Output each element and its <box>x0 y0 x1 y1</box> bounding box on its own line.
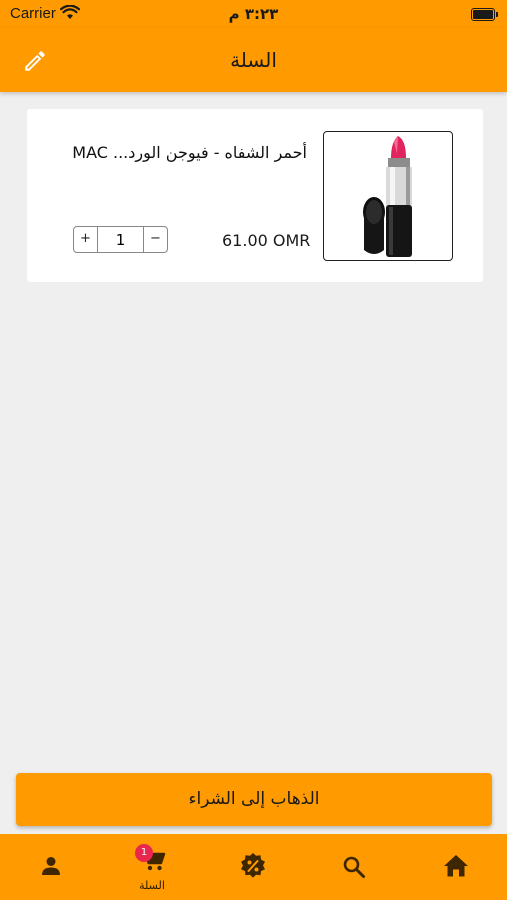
offers-icon <box>241 853 265 878</box>
quantity-input[interactable] <box>98 227 143 252</box>
tab-cart-label: السلة <box>139 879 165 892</box>
tab-profile[interactable] <box>11 834 91 900</box>
tab-offers[interactable] <box>213 834 293 900</box>
quantity-stepper: + − <box>73 226 168 253</box>
search-icon <box>343 856 365 878</box>
battery-icon <box>471 8 498 21</box>
product-price: 61.00 OMR <box>222 231 311 250</box>
page-title: السلة <box>230 48 277 72</box>
increase-quantity-button[interactable]: + <box>74 227 98 252</box>
cart-item-card: أحمر الشفاه - فيوجن الورد... MAC 61.00 O… <box>27 109 483 282</box>
lipstick-image <box>363 136 412 257</box>
cart-badge: 1 <box>135 844 153 862</box>
status-bar: Carrier ٣:٢٣ م <box>0 0 507 28</box>
app-header: السلة <box>0 28 507 92</box>
decrease-quantity-button[interactable]: − <box>143 227 167 252</box>
status-time: ٣:٢٣ م <box>228 5 279 23</box>
tab-search[interactable] <box>314 834 394 900</box>
go-to-checkout-button[interactable]: الذهاب إلى الشراء <box>16 773 492 826</box>
tab-home[interactable] <box>415 834 495 900</box>
tab-cart[interactable]: السلة <box>112 834 192 900</box>
home-icon <box>444 855 468 877</box>
product-image[interactable] <box>323 131 453 261</box>
product-name[interactable]: أحمر الشفاه - فيوجن الورد... MAC <box>67 143 307 162</box>
bottom-tab-bar: السلة 1 <box>0 834 507 900</box>
user-icon <box>42 857 60 875</box>
